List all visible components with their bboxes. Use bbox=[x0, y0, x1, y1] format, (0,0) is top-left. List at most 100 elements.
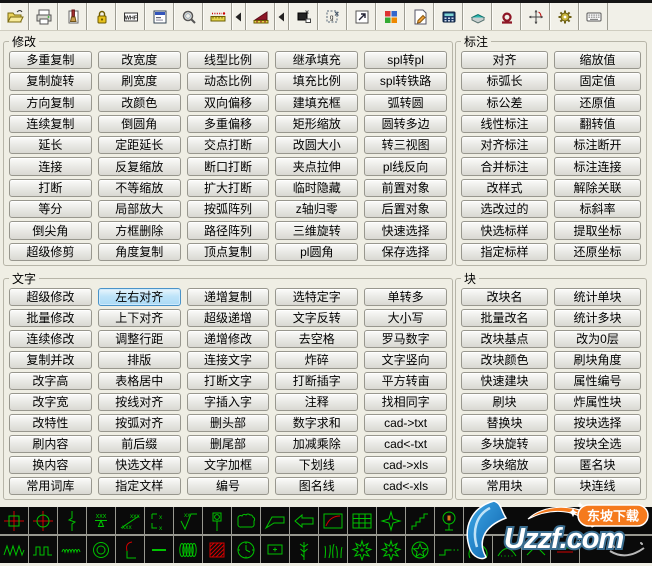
modify-command-button[interactable]: 角度复制 bbox=[97, 242, 181, 261]
text-command-button[interactable]: 去空格 bbox=[275, 330, 359, 348]
group-selection-button[interactable]: g bbox=[318, 3, 347, 30]
calculator-button[interactable] bbox=[434, 3, 463, 30]
tile-arrow-left[interactable] bbox=[290, 507, 318, 534]
block-command-button[interactable]: 块连线 bbox=[554, 477, 641, 495]
move-crosshair-button[interactable] bbox=[521, 3, 550, 30]
text-command-button[interactable]: 字插入字 bbox=[186, 393, 270, 411]
modify-command-button[interactable]: 定距延长 bbox=[97, 136, 181, 155]
modify-command-button[interactable]: 不等缩放 bbox=[97, 178, 181, 198]
tile-table-grid[interactable] bbox=[348, 507, 376, 534]
whf-block-button[interactable]: WHF bbox=[116, 3, 145, 30]
tile-chevron-roof[interactable] bbox=[522, 536, 550, 563]
printer-button[interactable] bbox=[29, 3, 58, 30]
dimension-command-button[interactable]: 选改过的 bbox=[461, 200, 548, 219]
text-command-button[interactable]: 加减乘除 bbox=[275, 435, 359, 453]
tile-leader-bubble[interactable] bbox=[261, 507, 289, 534]
dimension-command-button[interactable]: 解除关联 bbox=[554, 178, 641, 198]
modify-command-button[interactable]: 超级修剪 bbox=[9, 242, 92, 261]
tile-branch-tree[interactable] bbox=[290, 536, 318, 563]
modify-command-button[interactable]: z轴归零 bbox=[275, 200, 359, 219]
text-command-button[interactable]: 单转多 bbox=[364, 288, 447, 306]
block-command-button[interactable]: 多块缩放 bbox=[461, 456, 548, 474]
text-command-button[interactable]: 表格居中 bbox=[97, 372, 181, 390]
text-command-button[interactable]: cad<-txt bbox=[364, 435, 447, 453]
dimension-command-button[interactable]: 标斜率 bbox=[554, 200, 641, 219]
modify-command-button[interactable]: 改宽度 bbox=[97, 51, 181, 70]
text-command-button[interactable]: cad<-xls bbox=[364, 477, 447, 495]
modify-command-button[interactable]: spl转pl bbox=[364, 51, 447, 70]
modify-command-button[interactable]: 连接 bbox=[9, 157, 92, 176]
tile-grass[interactable] bbox=[319, 536, 347, 563]
text-command-button[interactable]: 复制并改 bbox=[9, 351, 92, 369]
dimension-command-button[interactable]: 对齐标注 bbox=[461, 136, 548, 155]
flyout-left-button[interactable] bbox=[275, 3, 289, 30]
block-command-button[interactable]: 统计单块 bbox=[554, 288, 641, 306]
modify-command-button[interactable]: 后置对象 bbox=[364, 200, 447, 219]
text-command-button[interactable]: 选特定字 bbox=[275, 288, 359, 306]
modify-command-button[interactable]: pl线反向 bbox=[364, 157, 447, 176]
text-command-button[interactable]: 数字求和 bbox=[275, 414, 359, 432]
text-command-button[interactable]: 排版 bbox=[97, 351, 181, 369]
text-command-button[interactable]: 批量修改 bbox=[9, 309, 92, 327]
modify-command-button[interactable]: 继承填充 bbox=[275, 51, 359, 70]
text-command-button[interactable]: 递增复制 bbox=[186, 288, 270, 306]
tile-small-wave[interactable] bbox=[58, 536, 86, 563]
block-command-button[interactable]: 批量改名 bbox=[461, 309, 548, 327]
options-document-button[interactable] bbox=[145, 3, 174, 30]
dimension-command-button[interactable]: 固定值 bbox=[554, 72, 641, 91]
block-command-button[interactable]: 改块名 bbox=[461, 288, 548, 306]
modify-command-button[interactable]: 多重复制 bbox=[9, 51, 92, 70]
text-command-button[interactable]: 超级修改 bbox=[9, 288, 92, 306]
lock-button[interactable] bbox=[87, 3, 116, 30]
text-command-button[interactable]: 罗马数字 bbox=[364, 330, 447, 348]
text-command-button[interactable]: 找相同字 bbox=[364, 393, 447, 411]
modify-command-button[interactable]: 按弧阵列 bbox=[186, 200, 270, 219]
tile-clock[interactable] bbox=[232, 536, 260, 563]
modify-command-button[interactable]: 多重偏移 bbox=[186, 114, 270, 134]
tile-weld-post[interactable] bbox=[203, 507, 231, 534]
text-command-button[interactable]: 上下对齐 bbox=[97, 309, 181, 327]
modify-command-button[interactable]: 打断 bbox=[9, 178, 92, 198]
modify-command-button[interactable]: 复制旋转 bbox=[9, 72, 92, 91]
block-command-button[interactable]: 改块基点 bbox=[461, 330, 548, 348]
text-command-button[interactable]: 图名线 bbox=[275, 477, 359, 495]
text-command-button[interactable]: 按弧对齐 bbox=[97, 414, 181, 432]
text-command-button[interactable]: 删头部 bbox=[186, 414, 270, 432]
text-command-button[interactable]: 改字宽 bbox=[9, 393, 92, 411]
modify-command-button[interactable]: 快速选择 bbox=[364, 221, 447, 240]
tile-red-curve[interactable] bbox=[319, 507, 347, 534]
layer-book-button[interactable] bbox=[463, 3, 492, 30]
dimension-command-button[interactable]: 标公差 bbox=[461, 93, 548, 112]
open-folder-button[interactable] bbox=[0, 3, 29, 30]
text-command-button[interactable]: 打断文字 bbox=[186, 372, 270, 390]
modify-command-button[interactable]: 改颜色 bbox=[97, 93, 181, 112]
modify-command-button[interactable]: 填充比例 bbox=[275, 72, 359, 91]
tile-slope-xxx[interactable]: xxx xxx bbox=[116, 507, 144, 534]
text-command-button[interactable]: 超级递增 bbox=[186, 309, 270, 327]
export-link-button[interactable] bbox=[347, 3, 376, 30]
text-command-button[interactable]: 改字高 bbox=[9, 372, 92, 390]
tile-rect-plus[interactable] bbox=[261, 536, 289, 563]
modify-command-button[interactable]: 建填充框 bbox=[275, 93, 359, 112]
text-command-button[interactable]: 换内容 bbox=[9, 456, 92, 474]
gear-button[interactable] bbox=[550, 3, 579, 30]
text-command-button[interactable]: 调整行距 bbox=[97, 330, 181, 348]
modify-command-button[interactable]: 双向偏移 bbox=[186, 93, 270, 112]
tile-step-dots[interactable] bbox=[435, 536, 463, 563]
modify-command-button[interactable]: 倒尖角 bbox=[9, 221, 92, 240]
tile-zigzag-wave[interactable] bbox=[0, 536, 28, 563]
tile-datum-xxx[interactable]: xxx bbox=[87, 507, 115, 534]
block-command-button[interactable]: 炸属性块 bbox=[554, 393, 641, 411]
modify-command-button[interactable]: 方向复制 bbox=[9, 93, 92, 112]
tile-gear-star-2[interactable] bbox=[377, 536, 405, 563]
format-brush-button[interactable] bbox=[58, 3, 87, 30]
tile-corner-marks[interactable]: xx bbox=[145, 507, 173, 534]
dimension-command-button[interactable]: 指定标样 bbox=[461, 242, 548, 261]
dimension-command-button[interactable]: 标注连接 bbox=[554, 157, 641, 176]
dimension-command-button[interactable]: 缩放值 bbox=[554, 51, 641, 70]
text-command-button[interactable]: 平方转亩 bbox=[364, 372, 447, 390]
magnet-button[interactable] bbox=[492, 3, 521, 30]
text-command-button[interactable]: 连接文字 bbox=[186, 351, 270, 369]
block-command-button[interactable]: 刷块 bbox=[461, 393, 548, 411]
text-command-button[interactable]: 打断插字 bbox=[275, 372, 359, 390]
